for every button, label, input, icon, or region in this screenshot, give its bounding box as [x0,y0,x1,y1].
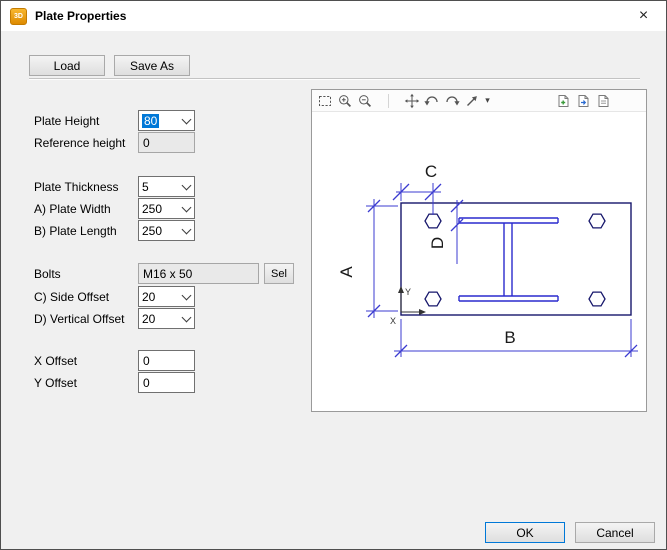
close-button[interactable]: × [621,1,666,30]
plate-thickness-select[interactable]: 5 [138,176,195,197]
zoom-in-button[interactable] [335,91,355,110]
app-icon: 3D [10,8,27,25]
ok-button[interactable]: OK [485,522,565,543]
chevron-down-icon [179,111,194,130]
sheet-copy-icon [555,93,571,109]
separator [29,78,640,80]
plate-width-value: 250 [139,202,179,216]
save-image-button[interactable] [593,91,613,110]
side-offset-value: 20 [139,290,179,304]
dimension-c [396,183,441,215]
bolts-field: M16 x 50 [138,263,259,284]
plate-thickness-label: Plate Thickness [34,176,119,197]
close-icon: × [639,7,648,25]
chevron-down-icon: ▾ [485,96,490,105]
load-button[interactable]: Load [29,55,105,76]
zoom-out-icon [357,93,373,109]
plate-length-value: 250 [139,224,179,238]
axis-y-label: Y [405,287,411,297]
dimension-b-label: B [504,328,515,347]
plate-height-label: Plate Height [34,110,99,131]
vertical-offset-select[interactable]: 20 [138,308,195,329]
bolts-label: Bolts [34,263,61,284]
zoom-window-button[interactable] [315,91,335,110]
y-offset-value: 0 [143,376,150,390]
preview-toolbar: ▾ [312,90,646,112]
plate-height-select[interactable]: 80 [138,110,195,131]
rotate-cw-button[interactable] [442,91,462,110]
dimension-b [394,319,638,357]
dimension-labels: A B C D [337,162,516,347]
bolt-hexagon [425,292,441,306]
bolts-value: M16 x 50 [143,267,192,281]
bolt-hexagon [425,214,441,228]
dimension-a [366,199,398,318]
cancel-button[interactable]: Cancel [575,522,655,543]
bolt-hexagon [589,214,605,228]
vertical-offset-label: D) Vertical Offset [34,308,124,329]
plate-width-label: A) Plate Width [34,198,111,219]
dimension-c-label: C [425,162,437,181]
x-offset-label: X Offset [34,350,77,371]
chevron-down-icon [179,221,194,240]
zoom-in-icon [337,93,353,109]
chevron-down-icon [179,177,194,196]
dimension-lines [366,183,638,357]
rotate-cw-icon [444,93,460,109]
plate-length-label: B) Plate Length [34,220,117,241]
vertical-offset-value: 20 [139,312,179,326]
sheet-save-icon [595,93,611,109]
view-dropdown-button[interactable]: ▾ [482,91,493,110]
arrow-tool-icon [464,93,480,109]
sheet-export-icon [575,93,591,109]
marquee-icon [317,93,333,109]
y-offset-label: Y Offset [34,372,77,393]
reference-height-value: 0 [143,136,150,150]
side-offset-select[interactable]: 20 [138,286,195,307]
chevron-down-icon [179,287,194,306]
axis-x-label: X [390,316,396,326]
x-offset-value: 0 [143,354,150,368]
pan-icon [404,93,420,109]
rotate-ccw-button[interactable] [422,91,442,110]
chevron-down-icon [179,309,194,328]
plate-height-value: 80 [142,114,159,128]
rotate-ccw-icon [424,93,440,109]
reference-height-label: Reference height [34,132,125,153]
pan-button[interactable] [402,91,422,110]
export-image-button[interactable] [573,91,593,110]
titlebar: 3D Plate Properties × [1,1,666,31]
reference-height-field: 0 [138,132,195,153]
i-beam-section [459,218,558,301]
preview-panel: ▾ [311,89,647,412]
toolbar-right-group [553,91,613,110]
plate-thickness-value: 5 [139,180,179,194]
plate-width-select[interactable]: 250 [138,198,195,219]
plate-drawing: A B C D Y X [312,112,646,411]
plate-outline [401,203,631,315]
axis-indicator: Y X [390,286,426,326]
x-offset-input[interactable]: 0 [138,350,195,371]
chevron-down-icon [179,199,194,218]
plate-properties-dialog: 3D Plate Properties × Load Save As Plate… [0,0,667,550]
dimension-d-label: D [428,237,447,249]
toolbar-separator [388,94,389,108]
bolt-hexagons [425,214,605,306]
plate-length-select[interactable]: 250 [138,220,195,241]
window-title: Plate Properties [35,9,126,23]
bolt-hexagon [589,292,605,306]
bolt-select-button[interactable]: Sel [264,263,294,284]
zoom-out-button[interactable] [355,91,375,110]
view-arrow-button[interactable] [462,91,482,110]
copy-image-button[interactable] [553,91,573,110]
save-as-button[interactable]: Save As [114,55,190,76]
dimension-a-label: A [337,266,356,278]
y-offset-input[interactable]: 0 [138,372,195,393]
app-icon-label: 3D [14,13,23,20]
side-offset-label: C) Side Offset [34,286,109,307]
